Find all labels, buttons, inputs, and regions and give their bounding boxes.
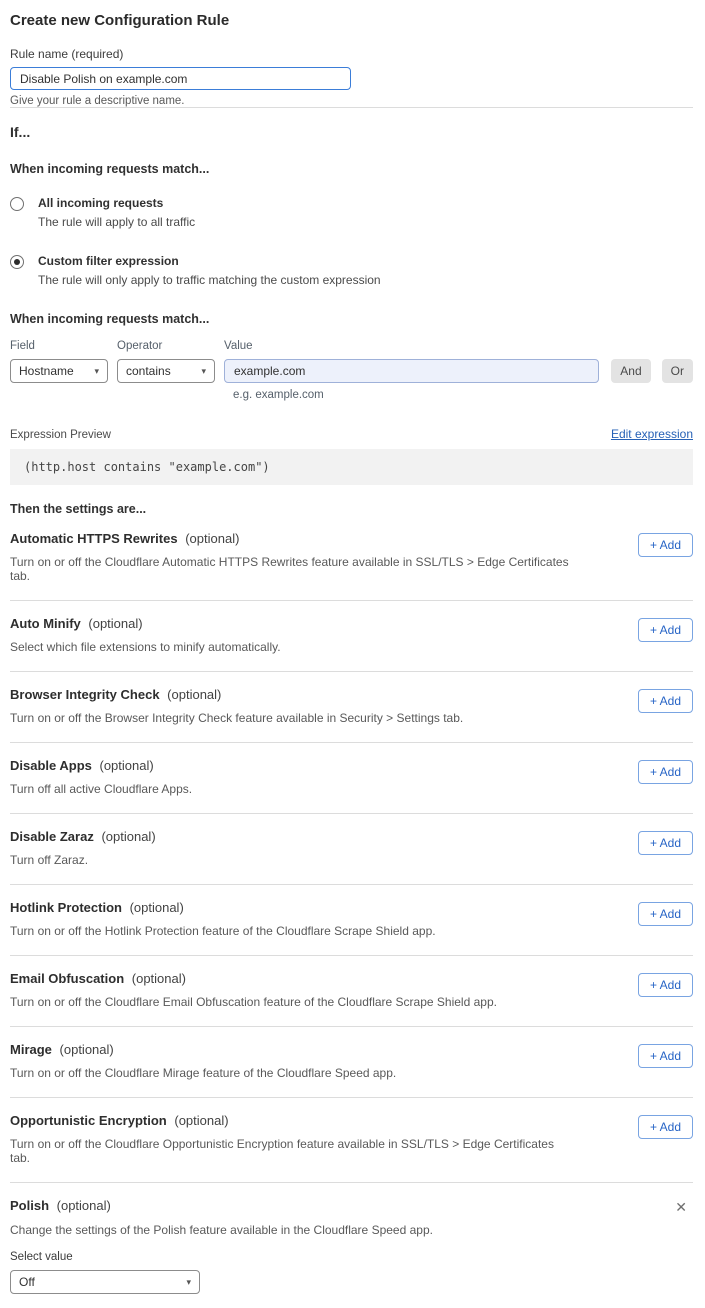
settings-list: Automatic HTTPS Rewrites (optional) Turn… — [10, 516, 693, 1183]
expression-preview-label: Expression Preview — [10, 429, 111, 441]
expression-preview-code: (http.host contains "example.com") — [10, 449, 693, 485]
setting-section: Disable Zaraz (optional) Turn off Zaraz.… — [10, 814, 693, 885]
add-setting-button[interactable]: + Add — [638, 760, 693, 784]
setting-description: Turn off all active Cloudflare Apps. — [10, 782, 192, 796]
field-label: Field — [10, 340, 108, 352]
setting-optional-tag: (optional) — [88, 616, 142, 631]
setting-description: Turn on or off the Cloudflare Opportunis… — [10, 1137, 570, 1165]
rule-name-group: Rule name (required) Give your rule a de… — [10, 47, 693, 107]
polish-value-select[interactable]: Off ▾ — [10, 1270, 200, 1294]
operator-select[interactable]: contains ▾ — [117, 359, 215, 383]
and-button[interactable]: And — [611, 359, 650, 383]
or-button[interactable]: Or — [662, 359, 693, 383]
field-select-value: Hostname — [19, 364, 74, 378]
setting-optional-tag: (optional) — [130, 900, 184, 915]
operator-select-value: contains — [126, 364, 171, 378]
setting-description: Turn on or off the Cloudflare Mirage fea… — [10, 1066, 396, 1080]
setting-optional-tag: (optional) — [132, 971, 186, 986]
expression-builder-heading: When incoming requests match... — [10, 312, 693, 326]
close-icon[interactable]: ✕ — [675, 1200, 687, 1214]
if-heading: If... — [10, 124, 693, 140]
radio-label: Custom filter expression — [38, 254, 381, 268]
page-title: Create new Configuration Rule — [10, 12, 693, 29]
radio-unselected-icon[interactable] — [10, 197, 24, 211]
add-setting-button[interactable]: + Add — [638, 831, 693, 855]
setting-title: Auto Minify — [10, 616, 81, 631]
chevron-down-icon: ▾ — [201, 366, 206, 377]
setting-section: Email Obfuscation (optional) Turn on or … — [10, 956, 693, 1027]
then-settings-heading: Then the settings are... — [10, 502, 693, 516]
rule-name-input[interactable] — [10, 67, 351, 90]
setting-title: Hotlink Protection — [10, 900, 122, 915]
radio-description: The rule will apply to all traffic — [38, 215, 195, 229]
setting-optional-tag: (optional) — [101, 829, 155, 844]
value-label: Value — [224, 340, 693, 352]
setting-description: Turn off Zaraz. — [10, 853, 156, 867]
setting-description: Select which file extensions to minify a… — [10, 640, 281, 654]
setting-title: Disable Apps — [10, 758, 92, 773]
setting-title: Disable Zaraz — [10, 829, 94, 844]
setting-title: Email Obfuscation — [10, 971, 124, 986]
setting-optional-tag: (optional) — [167, 687, 221, 702]
setting-title: Mirage — [10, 1042, 52, 1057]
setting-title: Polish — [10, 1198, 49, 1213]
rule-name-helper: Give your rule a descriptive name. — [10, 95, 693, 107]
radio-option-all-incoming-requests[interactable]: All incoming requests The rule will appl… — [10, 196, 693, 229]
add-setting-button[interactable]: + Add — [638, 618, 693, 642]
rule-name-label: Rule name (required) — [10, 47, 693, 61]
setting-optional-tag: (optional) — [100, 758, 154, 773]
section-divider — [10, 107, 693, 108]
setting-section: Disable Apps (optional) Turn off all act… — [10, 743, 693, 814]
polish-select-value: Off — [19, 1275, 35, 1289]
radio-description: The rule will only apply to traffic matc… — [38, 273, 381, 287]
value-hint: e.g. example.com — [233, 389, 693, 401]
setting-title: Automatic HTTPS Rewrites — [10, 531, 178, 546]
add-setting-button[interactable]: + Add — [638, 1115, 693, 1139]
setting-optional-tag: (optional) — [60, 1042, 114, 1057]
operator-label: Operator — [117, 340, 215, 352]
setting-title: Browser Integrity Check — [10, 687, 160, 702]
expression-builder: Field Operator Value Hostname ▾ contains… — [10, 340, 693, 401]
setting-description: Turn on or off the Hotlink Protection fe… — [10, 924, 436, 938]
field-select[interactable]: Hostname ▾ — [10, 359, 108, 383]
radio-label: All incoming requests — [38, 196, 195, 210]
setting-description: Turn on or off the Cloudflare Automatic … — [10, 555, 570, 583]
radio-option-custom-filter-expression[interactable]: Custom filter expression The rule will o… — [10, 254, 693, 287]
create-configuration-rule-form: Create new Configuration Rule Rule name … — [0, 0, 705, 1308]
radio-selected-icon[interactable] — [10, 255, 24, 269]
setting-optional-tag: (optional) — [57, 1198, 111, 1213]
match-type-radio-group: All incoming requests The rule will appl… — [10, 196, 693, 287]
chevron-down-icon: ▾ — [186, 1277, 191, 1288]
setting-optional-tag: (optional) — [174, 1113, 228, 1128]
edit-expression-link[interactable]: Edit expression — [611, 427, 693, 441]
chevron-down-icon: ▾ — [94, 366, 99, 377]
setting-description: Turn on or off the Browser Integrity Che… — [10, 711, 463, 725]
select-value-label: Select value — [10, 1251, 693, 1263]
setting-section: Auto Minify (optional) Select which file… — [10, 601, 693, 672]
add-setting-button[interactable]: + Add — [638, 973, 693, 997]
incoming-requests-match-heading: When incoming requests match... — [10, 162, 693, 176]
setting-section: Opportunistic Encryption (optional) Turn… — [10, 1098, 693, 1183]
value-input[interactable] — [224, 359, 599, 383]
setting-section: Automatic HTTPS Rewrites (optional) Turn… — [10, 516, 693, 601]
setting-section: Mirage (optional) Turn on or off the Clo… — [10, 1027, 693, 1098]
setting-description: Change the settings of the Polish featur… — [10, 1223, 693, 1237]
setting-section: Browser Integrity Check (optional) Turn … — [10, 672, 693, 743]
add-setting-button[interactable]: + Add — [638, 689, 693, 713]
add-setting-button[interactable]: + Add — [638, 902, 693, 926]
setting-section: Hotlink Protection (optional) Turn on or… — [10, 885, 693, 956]
polish-setting-section: Polish (optional) ✕ Change the settings … — [10, 1183, 693, 1294]
add-setting-button[interactable]: + Add — [638, 533, 693, 557]
setting-optional-tag: (optional) — [185, 531, 239, 546]
setting-description: Turn on or off the Cloudflare Email Obfu… — [10, 995, 497, 1009]
add-setting-button[interactable]: + Add — [638, 1044, 693, 1068]
setting-title: Opportunistic Encryption — [10, 1113, 167, 1128]
